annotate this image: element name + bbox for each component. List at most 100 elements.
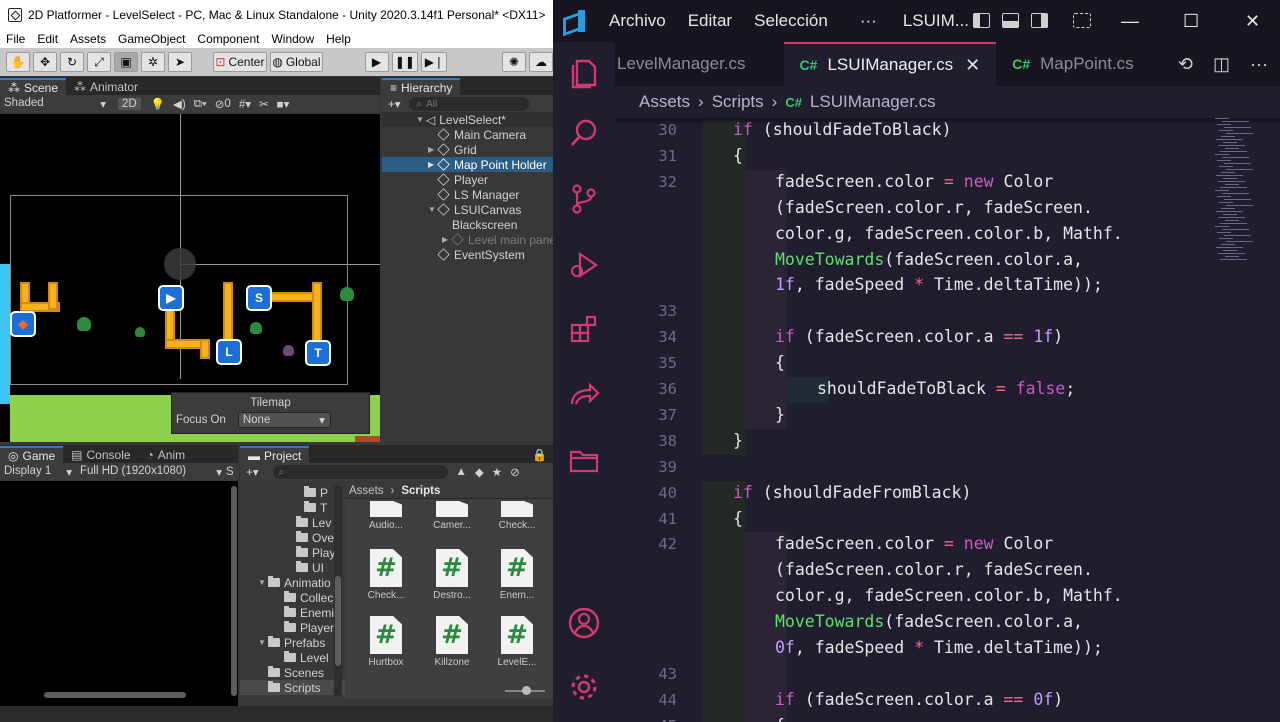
transform-gizmo[interactable]: [164, 248, 196, 280]
menu-item[interactable]: Component: [191, 32, 265, 46]
tab-animator[interactable]: ⁂ Animator: [66, 78, 146, 96]
resolution-dropdown[interactable]: Full HD (1920x1080) ▾: [76, 465, 226, 479]
mode-2d-toggle[interactable]: 2D: [118, 98, 141, 110]
favorite-icon[interactable]: ★: [492, 465, 502, 479]
script-asset[interactable]: # Enem...: [488, 549, 546, 601]
code-line[interactable]: 42 fadeScreen.color = new Color: [615, 532, 1280, 559]
collab-icon[interactable]: ✺: [502, 52, 526, 72]
player-sprite[interactable]: ◆: [10, 311, 36, 337]
add-object-button[interactable]: +▾: [382, 97, 401, 111]
scrollbar-thumb[interactable]: [335, 576, 341, 666]
script-asset[interactable]: # Killzone: [423, 616, 481, 668]
rect-tool-icon[interactable]: ▣: [114, 52, 138, 72]
code-line[interactable]: 34 if (fadeScreen.color.a == 1f): [615, 325, 1280, 352]
menu-item[interactable]: Assets: [64, 32, 112, 46]
timeline-history-icon[interactable]: ⟲: [1178, 54, 1193, 75]
move-tool-icon[interactable]: ✥: [33, 52, 57, 72]
script-asset[interactable]: Audio...: [357, 501, 415, 531]
map-point-node[interactable]: S: [246, 285, 272, 311]
menu-seleccion[interactable]: Selección: [754, 11, 828, 31]
game-viewport[interactable]: [0, 481, 238, 706]
code-line[interactable]: 36 shouldFadeToBlack = false;: [615, 377, 1280, 403]
hierarchy-search-input[interactable]: ⌕ All: [408, 97, 529, 111]
light-icon[interactable]: 💡: [151, 97, 165, 111]
map-point-node[interactable]: L: [216, 339, 242, 365]
hidden-packages-icon[interactable]: ⊘: [510, 465, 520, 479]
tab-console[interactable]: ▤ Console: [63, 446, 138, 464]
hierarchy-item[interactable]: EventSystem: [382, 247, 553, 262]
hierarchy-item[interactable]: ▶ Grid: [382, 142, 553, 157]
tools-icon[interactable]: ✂: [259, 97, 269, 111]
accounts-icon[interactable]: [567, 606, 601, 640]
breadcrumb-assets[interactable]: Assets: [639, 92, 690, 112]
folder-icon[interactable]: [567, 444, 601, 478]
tab-levelmanager[interactable]: LevelManager.cs: [615, 42, 784, 86]
folder-item[interactable]: Level: [240, 650, 345, 665]
code-editor[interactable]: 30 if (shouldFadeToBlack) 31{32 fadeScreen.…: [615, 118, 1280, 722]
folder-item-selected[interactable]: Scripts: [240, 680, 345, 695]
script-asset[interactable]: Camer...: [423, 501, 481, 531]
minimap[interactable]: [1215, 118, 1267, 268]
transform-tool-icon[interactable]: ✲: [141, 52, 165, 72]
code-line[interactable]: color.g, fadeScreen.color.b, Mathf.: [615, 584, 1280, 611]
gizmo-grid-icon[interactable]: #▾: [239, 97, 251, 111]
icon-size-slider[interactable]: [505, 686, 545, 695]
folder-item[interactable]: Enemi: [240, 605, 345, 620]
scene-root[interactable]: ▼ ◁ LevelSelect*: [382, 112, 553, 127]
play-button[interactable]: ▶: [364, 52, 389, 72]
camera-icon[interactable]: ■▾: [277, 97, 290, 111]
project-tree-scrollbar[interactable]: [334, 486, 342, 696]
folder-item[interactable]: P: [240, 485, 345, 500]
code-line[interactable]: 33: [615, 299, 1280, 326]
code-line[interactable]: 41 {: [615, 506, 1280, 533]
maximize-icon[interactable]: ☐: [1183, 11, 1199, 32]
rotate-tool-icon[interactable]: ↻: [60, 52, 84, 72]
code-line[interactable]: 31 {: [615, 143, 1280, 170]
map-point-node[interactable]: T: [305, 340, 331, 366]
lock-icon[interactable]: 🔒: [532, 448, 547, 462]
menu-more[interactable]: ···: [860, 11, 877, 31]
folder-item[interactable]: UI: [240, 560, 345, 575]
filter-label-icon[interactable]: ◆: [475, 465, 484, 479]
map-point-node[interactable]: ▶: [158, 285, 184, 311]
folder-item[interactable]: ▼ Prefabs: [240, 635, 345, 650]
hierarchy-item[interactable]: LS Manager: [382, 187, 553, 202]
extensions-icon[interactable]: [567, 312, 601, 346]
custom-tool-icon[interactable]: ➤: [168, 52, 192, 72]
live-share-icon[interactable]: [567, 378, 601, 412]
pause-button[interactable]: ❚❚: [391, 52, 419, 72]
hierarchy-item-selected[interactable]: ▶ Map Point Holder: [382, 157, 553, 172]
code-line[interactable]: (fadeScreen.color.r, fadeScreen.: [615, 558, 1280, 585]
code-line[interactable]: 1f, fadeSpeed * Time.deltaTime));: [615, 273, 1280, 300]
tab-animation[interactable]: ◔ Anim: [139, 446, 194, 464]
settings-gear-icon[interactable]: [567, 670, 601, 704]
code-line[interactable]: (fadeScreen.color.r, fadeScreen.: [615, 195, 1280, 222]
minimize-icon[interactable]: —: [1121, 11, 1139, 32]
menu-item[interactable]: Edit: [31, 32, 64, 46]
folder-item[interactable]: Player: [240, 620, 345, 635]
tab-lsuimanager[interactable]: C# LSUIManager.cs ✕: [783, 42, 997, 86]
game-scrollbar-vertical[interactable]: [231, 486, 237, 696]
breadcrumb-scripts[interactable]: Scripts: [401, 485, 440, 497]
breadcrumb-scripts[interactable]: Scripts: [712, 92, 764, 112]
code-line[interactable]: 0f, fadeSpeed * Time.deltaTime));: [615, 636, 1280, 662]
script-asset[interactable]: # Check...: [357, 549, 415, 601]
breadcrumb-assets[interactable]: Assets: [349, 485, 384, 497]
menu-item[interactable]: Window: [265, 32, 320, 46]
folder-item[interactable]: Collec: [240, 590, 345, 605]
tab-scene[interactable]: ⁂ Scene: [0, 78, 67, 96]
code-line[interactable]: 44 if (fadeScreen.color.a == 0f): [615, 687, 1280, 714]
filter-type-icon[interactable]: ▲: [456, 466, 467, 478]
code-line[interactable]: 35 {: [615, 351, 1280, 378]
code-line[interactable]: MoveTowards(fadeScreen.color.a,: [615, 247, 1280, 274]
toggle-sidebar-icon[interactable]: [973, 13, 990, 28]
customize-layout-icon[interactable]: [1073, 13, 1091, 28]
search-icon[interactable]: [567, 116, 601, 150]
scale-tool-icon[interactable]: ⤢: [87, 52, 111, 72]
menu-editar[interactable]: Editar: [688, 11, 732, 31]
script-asset[interactable]: # Hurtbox: [357, 616, 415, 668]
folder-item[interactable]: Lev: [240, 515, 345, 530]
project-search-input[interactable]: ⌕: [272, 465, 448, 479]
step-button[interactable]: ▶❘: [421, 52, 448, 72]
tab-hierarchy[interactable]: ≡ Hierarchy: [382, 78, 461, 96]
